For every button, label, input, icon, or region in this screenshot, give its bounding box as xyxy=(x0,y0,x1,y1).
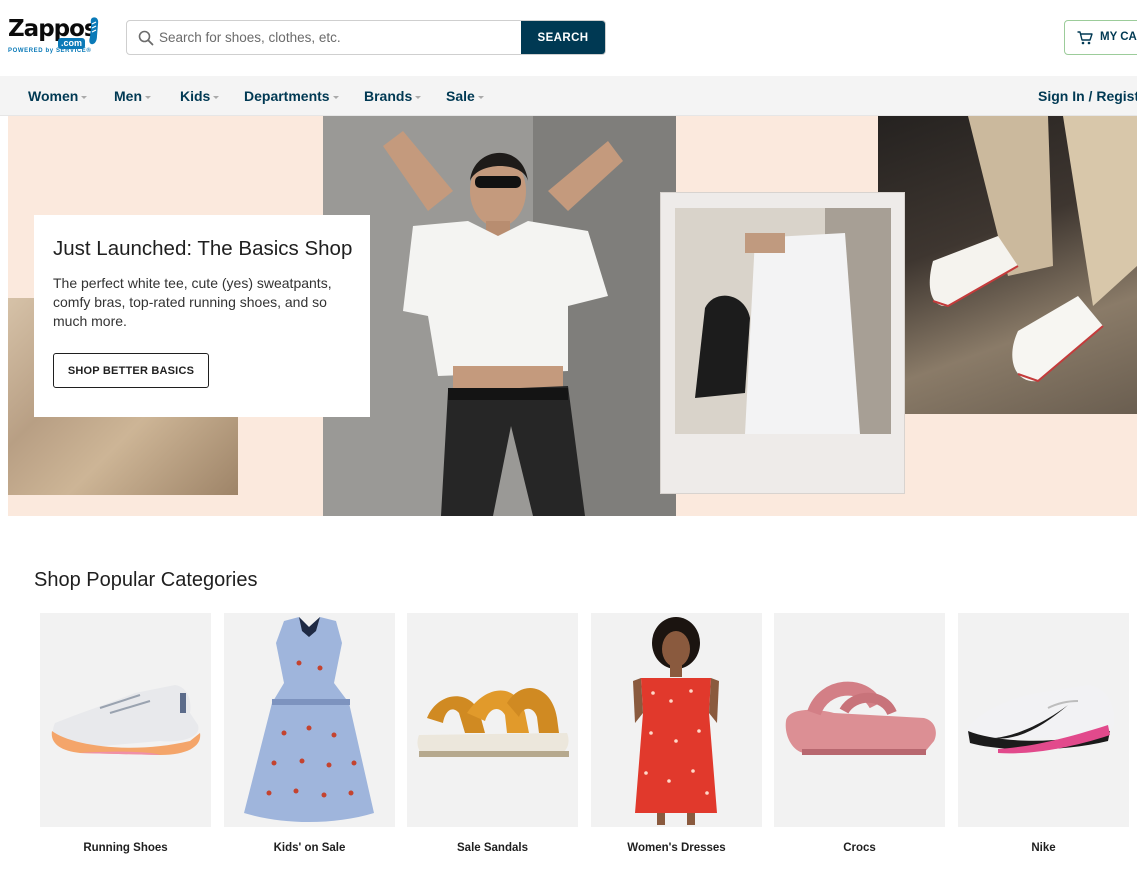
cart-icon xyxy=(1077,31,1093,45)
hero-model-photo xyxy=(323,116,676,516)
category-label: Women's Dresses xyxy=(627,842,726,854)
kids-dress-image xyxy=(224,613,395,827)
site-header: Zappos .com POWERED by SERVICE® SEARCH M… xyxy=(0,0,1137,76)
model-illustration xyxy=(323,116,676,516)
nav-item-women[interactable]: Women xyxy=(28,88,88,104)
sneaker-illustration xyxy=(929,116,1137,383)
my-cart-button[interactable]: MY CART xyxy=(1064,20,1137,55)
main-nav: Women Men Kids Departments Brands Sale S… xyxy=(0,76,1137,116)
sign-in-register-link[interactable]: Sign In / Register xyxy=(1038,88,1137,104)
nav-item-brands[interactable]: Brands xyxy=(364,88,422,104)
nav-item-label: Sale xyxy=(446,88,475,104)
caret-down-icon xyxy=(81,95,88,99)
category-label: Crocs xyxy=(843,842,876,854)
caret-down-icon xyxy=(213,95,220,99)
nav-item-label: Kids xyxy=(180,88,211,104)
white-jeans-photo xyxy=(675,208,891,434)
crocs-sandal-image xyxy=(774,613,945,827)
category-label: Nike xyxy=(1031,842,1056,854)
nav-item-sale[interactable]: Sale xyxy=(446,88,484,104)
womens-dress-image xyxy=(591,613,762,827)
logo-shoe-icon xyxy=(89,17,99,45)
caret-down-icon xyxy=(145,95,151,99)
nav-item-label: Women xyxy=(28,88,79,104)
zappos-logo[interactable]: Zappos .com POWERED by SERVICE® xyxy=(8,16,100,58)
search-icon xyxy=(138,30,154,46)
category-tile-sale-sandals[interactable]: Sale Sandals xyxy=(407,613,578,863)
search-button[interactable]: SEARCH xyxy=(521,21,605,54)
caret-down-icon xyxy=(332,95,339,99)
category-label: Kids' on Sale xyxy=(273,842,346,854)
nav-item-label: Departments xyxy=(244,88,330,104)
hero-banner[interactable]: Just Launched: The Basics Shop The perfe… xyxy=(8,116,1137,516)
category-tile-running-shoes[interactable]: Running Shoes xyxy=(40,613,211,863)
nav-item-kids[interactable]: Kids xyxy=(180,88,220,104)
jeans-illustration xyxy=(675,208,891,434)
category-tile-kids-on-sale[interactable]: Kids' on Sale xyxy=(224,613,395,863)
category-tile-crocs[interactable]: Crocs xyxy=(774,613,945,863)
sandal-image xyxy=(407,613,578,827)
nav-item-men[interactable]: Men xyxy=(114,88,151,104)
nike-sneaker-image xyxy=(958,613,1129,827)
hero-description: The perfect white tee, cute (yes) sweatp… xyxy=(53,275,332,329)
running-shoe-image xyxy=(40,613,211,827)
category-label: Running Shoes xyxy=(83,842,168,854)
nav-item-departments[interactable]: Departments xyxy=(244,88,339,104)
hero-polaroid-photo xyxy=(660,192,905,494)
category-label: Sale Sandals xyxy=(457,842,528,854)
search-input[interactable] xyxy=(159,21,521,54)
nav-item-label: Brands xyxy=(364,88,413,104)
category-tile-womens-dresses[interactable]: Women's Dresses xyxy=(591,613,762,863)
hero-sneaker-photo xyxy=(878,116,1137,414)
caret-down-icon xyxy=(415,95,422,99)
shop-better-basics-button[interactable]: SHOP BETTER BASICS xyxy=(53,353,209,388)
categories-heading: Shop Popular Categories xyxy=(34,569,258,591)
category-tile-nike[interactable]: Nike xyxy=(958,613,1129,863)
cart-label: MY CART xyxy=(1100,31,1137,43)
logo-tagline: POWERED by SERVICE® xyxy=(8,48,92,54)
search-bar: SEARCH xyxy=(126,20,606,55)
hero-promo-card: Just Launched: The Basics Shop The perfe… xyxy=(34,215,370,417)
nav-item-label: Men xyxy=(114,88,142,104)
caret-down-icon xyxy=(477,95,484,99)
hero-title: Just Launched: The Basics Shop xyxy=(53,237,353,260)
